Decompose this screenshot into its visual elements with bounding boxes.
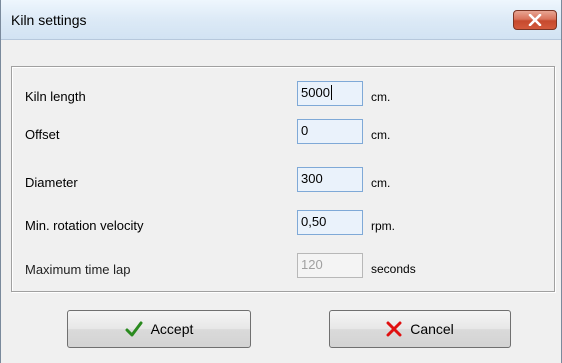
- offset-field[interactable]: 0: [297, 119, 363, 144]
- maximum-time-lap-unit: seconds: [371, 262, 416, 276]
- diameter-field[interactable]: 300: [297, 167, 363, 192]
- diameter-unit: cm.: [371, 176, 391, 190]
- cancel-button[interactable]: Cancel: [329, 310, 511, 348]
- min-rotation-velocity-unit: rpm.: [371, 219, 395, 233]
- kiln-length-unit: cm.: [371, 90, 391, 104]
- kiln-length-value: 5000: [301, 85, 330, 100]
- x-icon: [386, 321, 402, 337]
- offset-label: Offset: [25, 127, 60, 142]
- kiln-length-field[interactable]: 5000: [297, 81, 363, 106]
- offset-value: 0: [301, 123, 309, 138]
- cancel-label: Cancel: [410, 321, 454, 337]
- settings-group-frame: [11, 66, 555, 292]
- maximum-time-lap-value: 120: [301, 257, 323, 272]
- kiln-length-label: Kiln length: [25, 89, 86, 104]
- kiln-settings-dialog: Kiln settings Kiln length 5000 cm. Offse…: [0, 0, 562, 363]
- maximum-time-lap-field: 120: [297, 253, 363, 278]
- close-button[interactable]: [513, 10, 557, 30]
- diameter-value: 300: [301, 171, 323, 186]
- window-title: Kiln settings: [11, 12, 87, 28]
- accept-button[interactable]: Accept: [67, 310, 251, 348]
- text-caret: [330, 85, 332, 100]
- offset-unit: cm.: [371, 128, 391, 142]
- min-rotation-velocity-field[interactable]: 0,50: [297, 210, 363, 235]
- min-rotation-velocity-label: Min. rotation velocity: [25, 218, 144, 233]
- title-bar[interactable]: Kiln settings: [1, 0, 561, 40]
- close-icon: [528, 14, 542, 26]
- maximum-time-lap-label: Maximum time lap: [25, 262, 131, 277]
- checkmark-icon: [125, 321, 143, 337]
- accept-label: Accept: [150, 321, 194, 337]
- min-rotation-velocity-value: 0,50: [301, 214, 327, 229]
- diameter-label: Diameter: [25, 175, 78, 190]
